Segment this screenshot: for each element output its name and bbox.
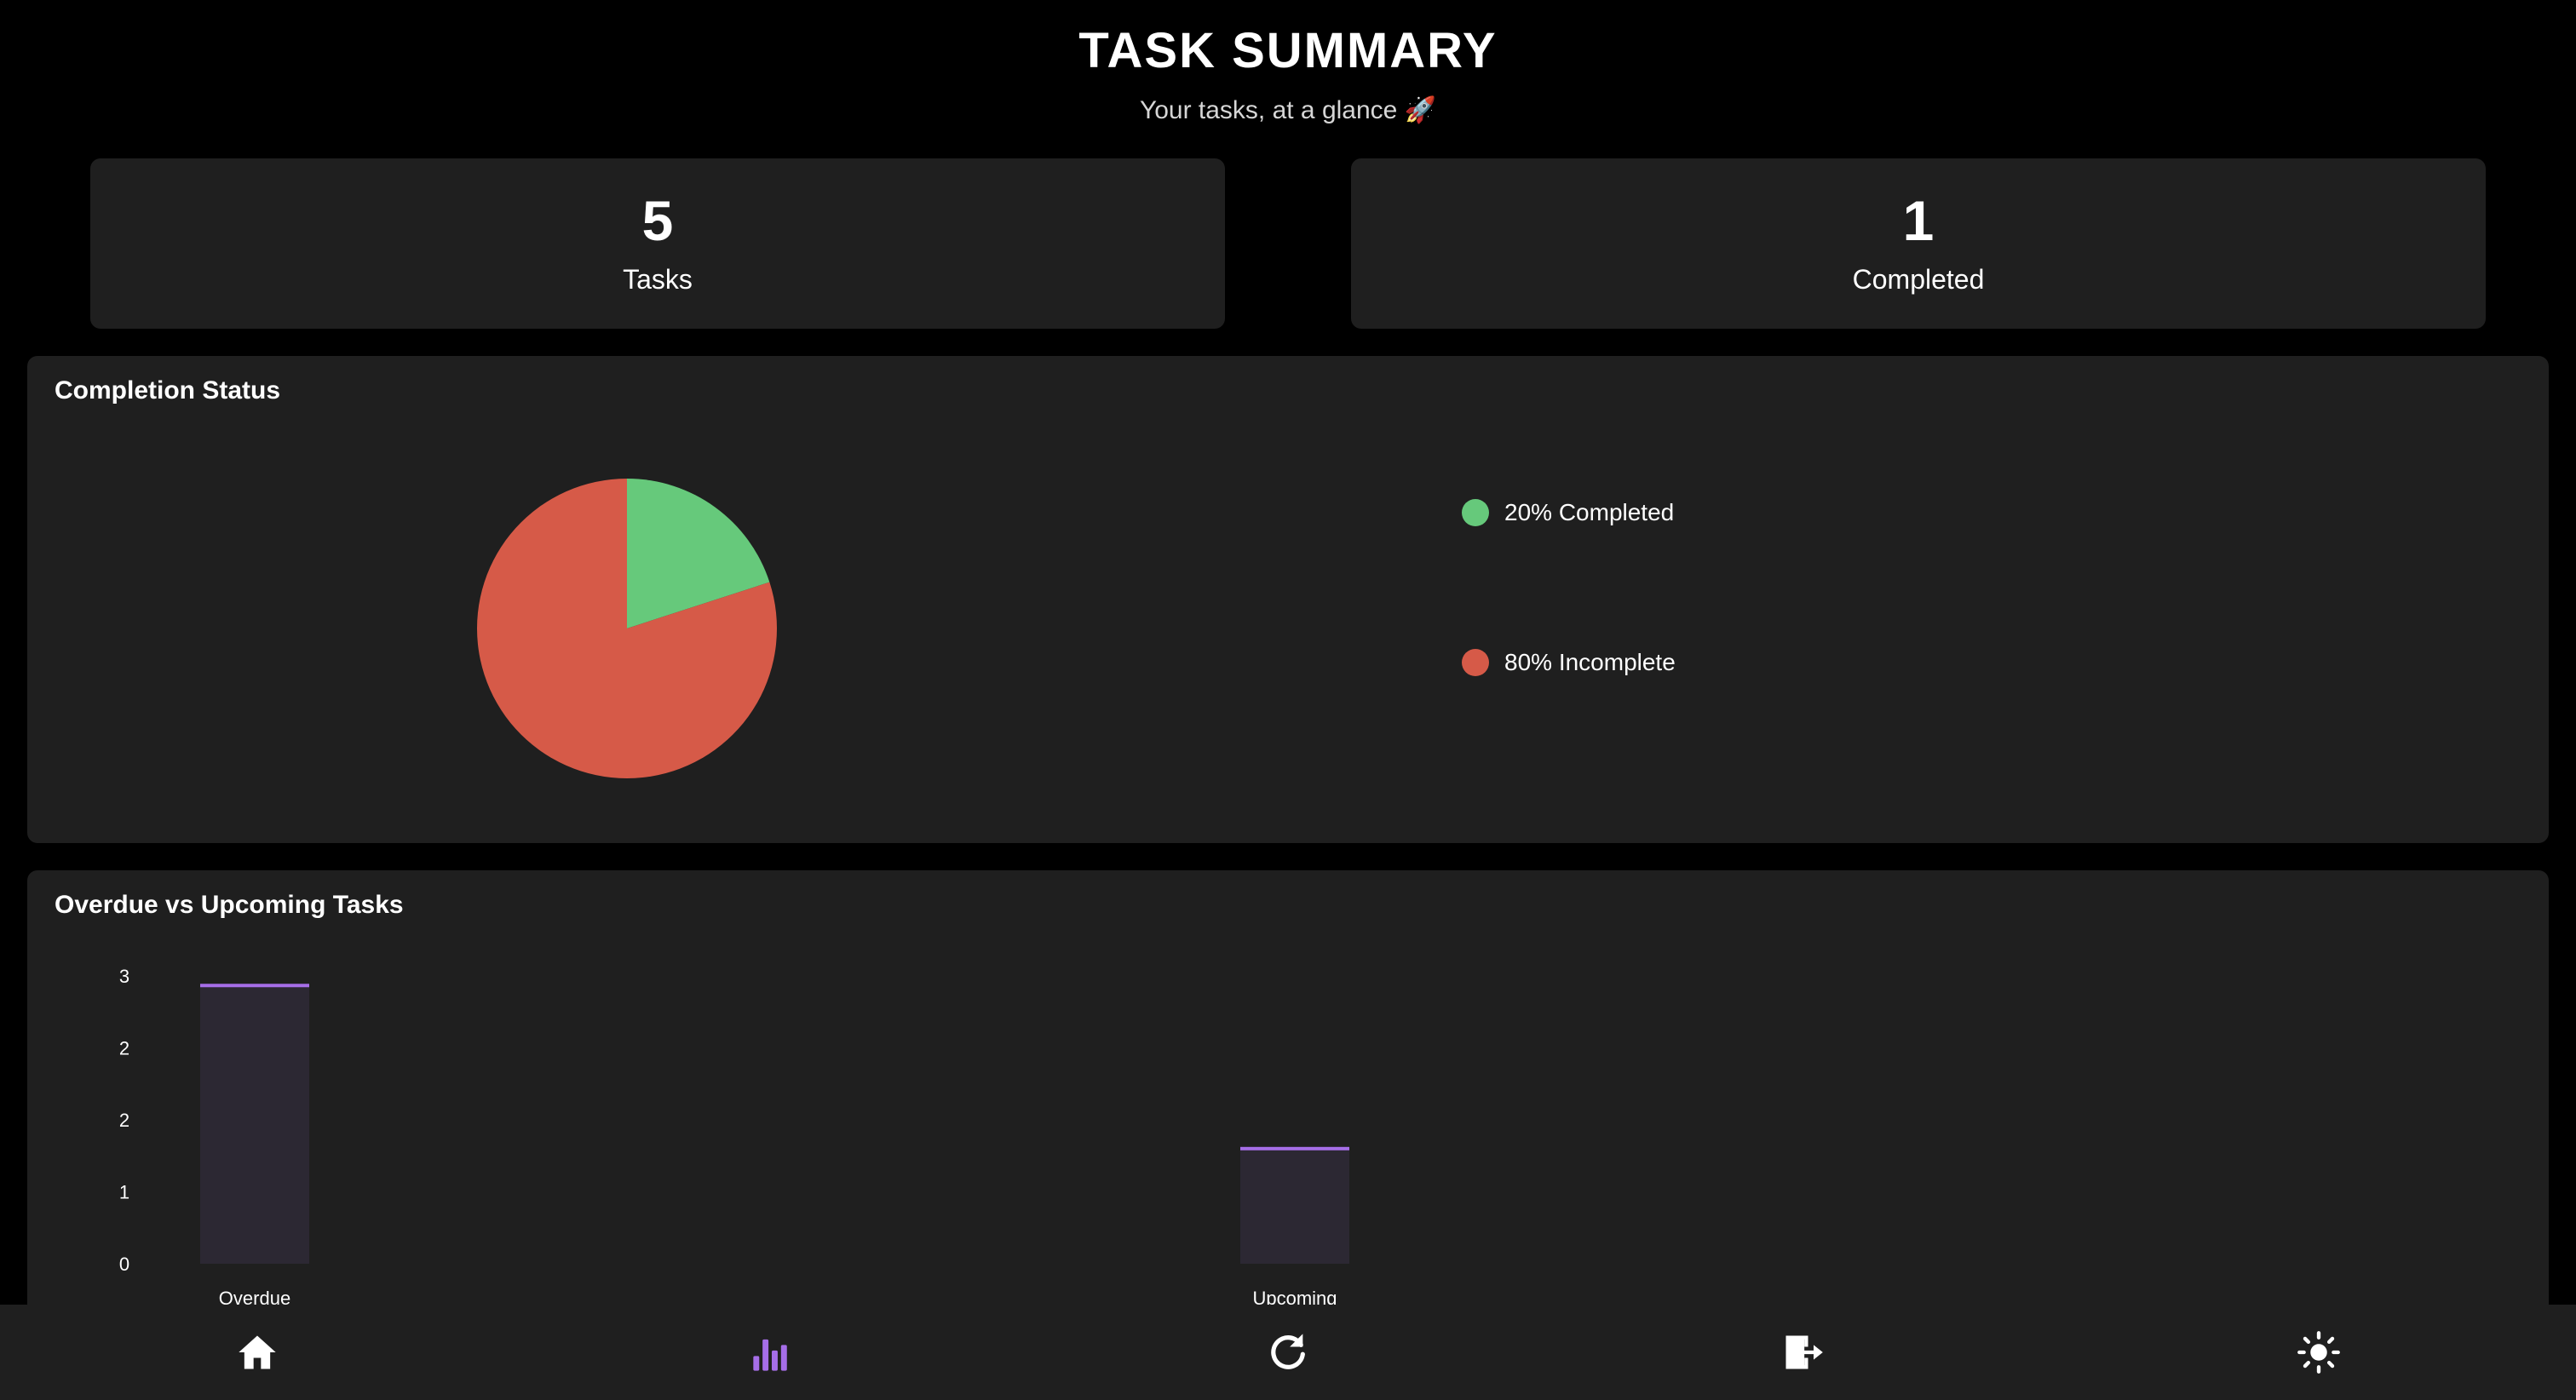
tasks-count: 5 xyxy=(641,189,674,252)
completed-label: Completed xyxy=(1852,264,1985,295)
nav-home-button[interactable] xyxy=(228,1323,286,1381)
overdue-upcoming-panel: Overdue vs Upcoming Tasks 0 1 2 2 3 Overdue Up… xyxy=(27,870,2549,1347)
page-title: TASK SUMMARY xyxy=(1078,23,1498,78)
completed-stat-card: 1 Completed xyxy=(1351,158,2486,329)
overdue-upcoming-bar-chart: 01223Overdue Upcoming xyxy=(119,966,1349,1309)
completed-count: 1 xyxy=(1902,189,1935,252)
y-tick-label: 2 xyxy=(119,1110,129,1131)
legend-dot-incomplete xyxy=(1462,649,1489,676)
nav-theme-toggle[interactable] xyxy=(2290,1323,2348,1381)
completion-pie-chart xyxy=(477,479,778,778)
y-tick-label: 2 xyxy=(119,1038,129,1059)
legend-item-completed: 20% Completed xyxy=(1462,496,1803,530)
bar-top-line-upcoming xyxy=(1240,1146,1349,1150)
logout-icon xyxy=(1785,1335,1823,1369)
nav-refresh-button[interactable] xyxy=(1259,1323,1317,1381)
completion-status-panel: Completion Status 20% Completed 80% Inco… xyxy=(27,356,2549,843)
legend-item-incomplete: 80% Incomplete xyxy=(1462,645,1803,680)
page-subtitle: Your tasks, at a glance 🚀 xyxy=(1139,96,1437,124)
nav-logout-button[interactable] xyxy=(1774,1323,1831,1381)
y-tick-label: 0 xyxy=(119,1254,129,1275)
legend-label-incomplete: 80% Incomplete xyxy=(1504,649,1676,675)
tasks-label: Tasks xyxy=(623,264,693,295)
task-summary-page: TASK SUMMARY Your tasks, at a glance 🚀 5… xyxy=(0,0,2576,1400)
bar-overdue xyxy=(200,985,309,1264)
bottom-nav-bar xyxy=(0,1305,2576,1400)
bar-chart-icon xyxy=(753,1339,787,1371)
refresh-icon xyxy=(1271,1334,1305,1369)
y-tick-label: 1 xyxy=(119,1182,129,1203)
legend-label-completed: 20% Completed xyxy=(1504,499,1675,525)
y-tick-label: 3 xyxy=(119,966,129,987)
sun-icon xyxy=(2297,1331,2340,1374)
legend-dot-completed xyxy=(1462,499,1489,526)
home-icon xyxy=(239,1335,276,1369)
bar-upcoming xyxy=(1240,1148,1349,1264)
bar-top-line-overdue xyxy=(200,984,309,988)
tasks-stat-card: 5 Tasks xyxy=(90,158,1225,329)
nav-stats-button[interactable] xyxy=(743,1323,801,1381)
